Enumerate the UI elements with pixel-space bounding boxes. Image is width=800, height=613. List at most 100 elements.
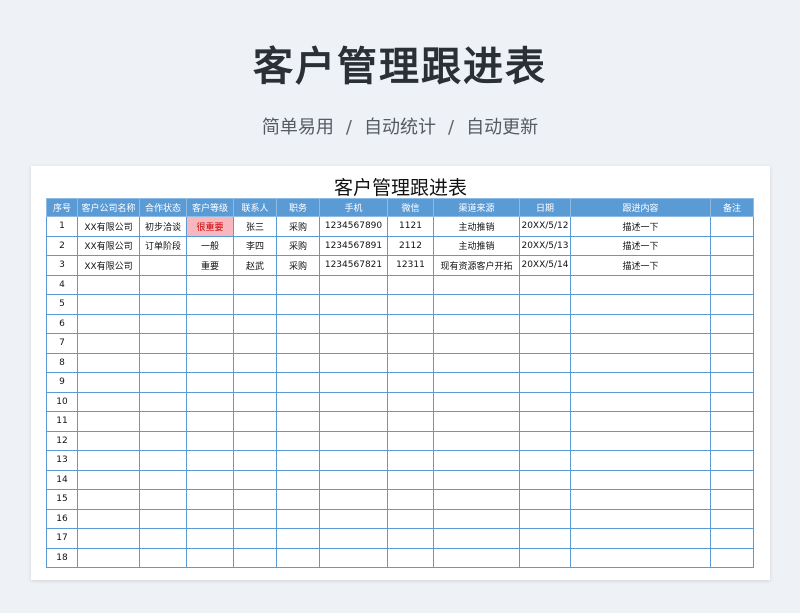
cell-col-followup[interactable]: 描述一下 bbox=[570, 235, 711, 256]
cell-col-position[interactable] bbox=[276, 528, 320, 549]
cell-col-source[interactable] bbox=[433, 352, 520, 373]
cell-col-index[interactable]: 9 bbox=[46, 372, 78, 393]
cell-col-level[interactable] bbox=[186, 469, 234, 490]
cell-col-wechat[interactable] bbox=[387, 469, 434, 490]
cell-col-source[interactable] bbox=[433, 528, 520, 549]
cell-col-level[interactable] bbox=[186, 274, 234, 295]
cell-col-contact[interactable]: 张三 bbox=[233, 216, 277, 237]
cell-col-status[interactable] bbox=[139, 313, 187, 334]
cell-col-contact[interactable] bbox=[233, 313, 277, 334]
cell-col-source[interactable] bbox=[433, 294, 520, 315]
cell-col-level[interactable] bbox=[186, 411, 234, 432]
cell-col-followup[interactable] bbox=[570, 547, 711, 568]
cell-col-position[interactable] bbox=[276, 274, 320, 295]
cell-col-wechat[interactable] bbox=[387, 391, 434, 412]
cell-col-followup[interactable] bbox=[570, 294, 711, 315]
cell-col-date[interactable] bbox=[519, 352, 571, 373]
cell-col-status[interactable] bbox=[139, 430, 187, 451]
cell-col-index[interactable]: 16 bbox=[46, 508, 78, 529]
cell-col-source[interactable] bbox=[433, 274, 520, 295]
cell-col-phone[interactable] bbox=[319, 450, 388, 471]
cell-col-notes[interactable] bbox=[710, 411, 754, 432]
cell-col-phone[interactable] bbox=[319, 391, 388, 412]
cell-col-notes[interactable] bbox=[710, 430, 754, 451]
cell-col-source[interactable] bbox=[433, 411, 520, 432]
cell-col-status[interactable] bbox=[139, 372, 187, 393]
cell-col-level[interactable] bbox=[186, 391, 234, 412]
cell-col-phone[interactable] bbox=[319, 528, 388, 549]
cell-col-company[interactable] bbox=[77, 528, 140, 549]
cell-col-contact[interactable]: 李四 bbox=[233, 235, 277, 256]
cell-col-status[interactable] bbox=[139, 489, 187, 510]
cell-col-wechat[interactable] bbox=[387, 333, 434, 354]
cell-col-position[interactable] bbox=[276, 489, 320, 510]
cell-col-date[interactable] bbox=[519, 489, 571, 510]
cell-col-level[interactable] bbox=[186, 489, 234, 510]
cell-col-contact[interactable] bbox=[233, 333, 277, 354]
cell-col-date[interactable] bbox=[519, 508, 571, 529]
cell-col-level[interactable] bbox=[186, 372, 234, 393]
cell-col-contact[interactable] bbox=[233, 294, 277, 315]
cell-col-date[interactable] bbox=[519, 372, 571, 393]
cell-col-notes[interactable] bbox=[710, 450, 754, 471]
cell-col-contact[interactable] bbox=[233, 469, 277, 490]
cell-col-company[interactable] bbox=[77, 313, 140, 334]
cell-col-position[interactable] bbox=[276, 547, 320, 568]
cell-col-phone[interactable]: 1234567821 bbox=[319, 255, 388, 276]
cell-col-level[interactable] bbox=[186, 294, 234, 315]
cell-col-phone[interactable] bbox=[319, 469, 388, 490]
cell-col-contact[interactable] bbox=[233, 391, 277, 412]
cell-col-wechat[interactable] bbox=[387, 274, 434, 295]
cell-col-index[interactable]: 10 bbox=[46, 391, 78, 412]
cell-col-source[interactable] bbox=[433, 450, 520, 471]
cell-col-notes[interactable] bbox=[710, 294, 754, 315]
cell-col-followup[interactable] bbox=[570, 274, 711, 295]
cell-col-phone[interactable] bbox=[319, 333, 388, 354]
cell-col-date[interactable] bbox=[519, 528, 571, 549]
cell-col-company[interactable] bbox=[77, 294, 140, 315]
cell-col-followup[interactable] bbox=[570, 411, 711, 432]
cell-col-notes[interactable] bbox=[710, 274, 754, 295]
cell-col-index[interactable]: 1 bbox=[46, 216, 78, 237]
cell-col-contact[interactable] bbox=[233, 547, 277, 568]
cell-col-company[interactable] bbox=[77, 372, 140, 393]
cell-col-position[interactable] bbox=[276, 391, 320, 412]
cell-col-wechat[interactable] bbox=[387, 313, 434, 334]
cell-col-wechat[interactable] bbox=[387, 352, 434, 373]
cell-col-notes[interactable] bbox=[710, 372, 754, 393]
cell-col-index[interactable]: 11 bbox=[46, 411, 78, 432]
cell-col-status[interactable] bbox=[139, 294, 187, 315]
cell-col-followup[interactable] bbox=[570, 508, 711, 529]
cell-col-index[interactable]: 12 bbox=[46, 430, 78, 451]
cell-col-date[interactable] bbox=[519, 333, 571, 354]
cell-col-wechat[interactable]: 2112 bbox=[387, 235, 434, 256]
cell-col-company[interactable] bbox=[77, 469, 140, 490]
cell-col-status[interactable] bbox=[139, 352, 187, 373]
cell-col-wechat[interactable] bbox=[387, 450, 434, 471]
cell-col-notes[interactable] bbox=[710, 216, 754, 237]
cell-col-phone[interactable] bbox=[319, 294, 388, 315]
cell-col-index[interactable]: 4 bbox=[46, 274, 78, 295]
cell-col-contact[interactable] bbox=[233, 489, 277, 510]
cell-col-notes[interactable] bbox=[710, 508, 754, 529]
cell-col-level[interactable] bbox=[186, 528, 234, 549]
cell-col-position[interactable] bbox=[276, 469, 320, 490]
cell-col-contact[interactable]: 赵武 bbox=[233, 255, 277, 276]
cell-col-followup[interactable] bbox=[570, 469, 711, 490]
cell-col-index[interactable]: 7 bbox=[46, 333, 78, 354]
cell-col-level[interactable] bbox=[186, 352, 234, 373]
cell-col-date[interactable] bbox=[519, 274, 571, 295]
cell-col-level[interactable] bbox=[186, 547, 234, 568]
cell-col-contact[interactable] bbox=[233, 411, 277, 432]
cell-col-index[interactable]: 3 bbox=[46, 255, 78, 276]
cell-col-index[interactable]: 14 bbox=[46, 469, 78, 490]
cell-col-date[interactable] bbox=[519, 450, 571, 471]
cell-col-status[interactable] bbox=[139, 274, 187, 295]
cell-col-position[interactable] bbox=[276, 450, 320, 471]
cell-col-position[interactable] bbox=[276, 430, 320, 451]
cell-col-wechat[interactable] bbox=[387, 411, 434, 432]
cell-col-phone[interactable] bbox=[319, 489, 388, 510]
cell-col-notes[interactable] bbox=[710, 313, 754, 334]
cell-col-wechat[interactable] bbox=[387, 508, 434, 529]
cell-col-wechat[interactable] bbox=[387, 430, 434, 451]
